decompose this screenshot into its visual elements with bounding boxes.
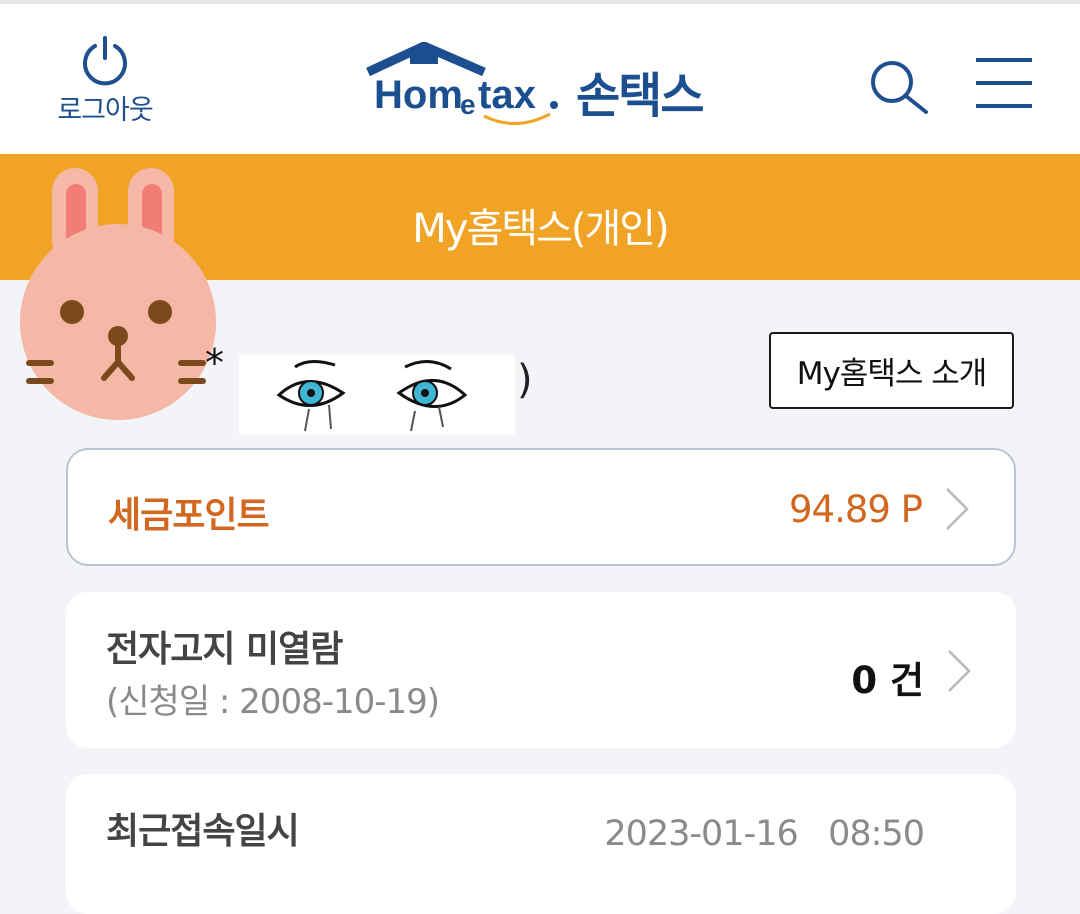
menu-button[interactable] — [974, 56, 1034, 116]
masked-name-paren: ) — [517, 357, 533, 403]
tax-point-value: 94.89 P — [789, 488, 923, 531]
my-hometax-intro-button[interactable]: My홈택스 소개 — [769, 332, 1014, 409]
tax-point-card[interactable]: 세금포인트 94.89 P — [66, 448, 1016, 566]
svg-text:tax: tax — [478, 73, 536, 117]
brand-name: 손택스 — [576, 68, 704, 124]
tax-point-label: 세금포인트 — [108, 495, 270, 536]
e-notice-count: 0 건 — [851, 659, 924, 702]
power-icon — [83, 36, 127, 86]
svg-text:e: e — [460, 89, 476, 120]
logout-button[interactable]: 로그아웃 — [40, 34, 170, 127]
last-login-label: 최근접속일시 — [106, 811, 300, 852]
rabbit-sticker — [20, 168, 216, 420]
e-notice-card[interactable]: 전자고지 미열람 (신청일 : 2008-10-19) 0 건 — [66, 592, 1016, 748]
chevron-right-icon — [946, 488, 969, 530]
hometax-logo[interactable]: Hom e tax 손택스 — [366, 42, 726, 130]
search-icon — [871, 61, 928, 114]
hometax-logo-mark: Hom e tax — [366, 42, 558, 126]
e-notice-label: 전자고지 미열람 — [106, 629, 343, 670]
search-button[interactable] — [868, 58, 930, 118]
eyes-icon — [276, 360, 468, 432]
svg-text:Hom: Hom — [374, 73, 463, 117]
eyes-sticker — [239, 355, 515, 435]
app-header: 로그아웃 Hom e tax 손택스 — [0, 4, 1080, 154]
e-notice-apply-date: (신청일 : 2008-10-19) — [106, 682, 440, 722]
last-login-value: 2023-01-16 08:50 — [604, 814, 925, 854]
chevron-right-icon — [948, 650, 971, 692]
masked-name-star: * — [205, 341, 224, 385]
logout-label: 로그아웃 — [57, 95, 153, 126]
hamburger-menu-icon — [976, 58, 1032, 108]
last-login-card: 최근접속일시 2023-01-16 08:50 — [66, 774, 1016, 914]
